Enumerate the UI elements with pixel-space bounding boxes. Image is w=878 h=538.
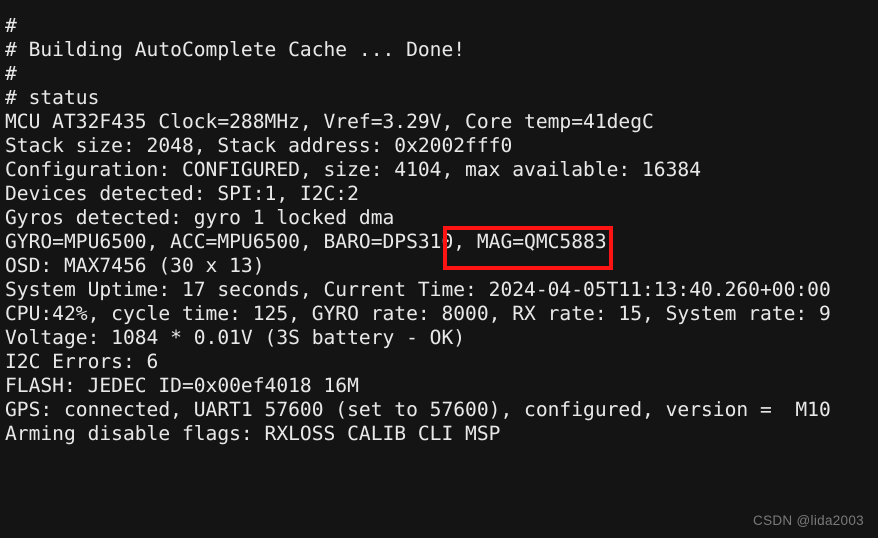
watermark: CSDN @lida2003 — [753, 513, 864, 528]
terminal-line: I2C Errors: 6 — [5, 350, 159, 373]
terminal-line: Gyros detected: gyro 1 locked dma — [5, 206, 395, 229]
terminal-line: System Uptime: 17 seconds, Current Time:… — [5, 278, 831, 301]
terminal-line: Stack size: 2048, Stack address: 0x2002f… — [5, 134, 513, 157]
terminal-line: Devices detected: SPI:1, I2C:2 — [5, 182, 359, 205]
terminal-line: # — [5, 14, 17, 37]
terminal-line: Arming disable flags: RXLOSS CALIB CLI M… — [5, 422, 501, 445]
terminal-line: GPS: connected, UART1 57600 (set to 5760… — [5, 398, 831, 421]
terminal-line-sensors: GYRO=MPU6500, ACC=MPU6500, BARO=DPS310, … — [5, 230, 607, 253]
terminal-line: MCU AT32F435 Clock=288MHz, Vref=3.29V, C… — [5, 110, 654, 133]
terminal-line: # Building AutoComplete Cache ... Done! — [5, 38, 466, 61]
terminal-line: OSD: MAX7456 (30 x 13) — [5, 254, 265, 277]
terminal-line: Voltage: 1084 * 0.01V (3S battery - OK) — [5, 326, 466, 349]
terminal-line: Configuration: CONFIGURED, size: 4104, m… — [5, 158, 701, 181]
terminal-line: FLASH: JEDEC ID=0x00ef4018 16M — [5, 374, 359, 397]
terminal-line: # status — [5, 86, 100, 109]
terminal-line: # — [5, 62, 17, 85]
terminal-line: CPU:42%, cycle time: 125, GYRO rate: 800… — [5, 302, 831, 325]
terminal-output[interactable]: # # Building AutoComplete Cache ... Done… — [0, 0, 878, 538]
